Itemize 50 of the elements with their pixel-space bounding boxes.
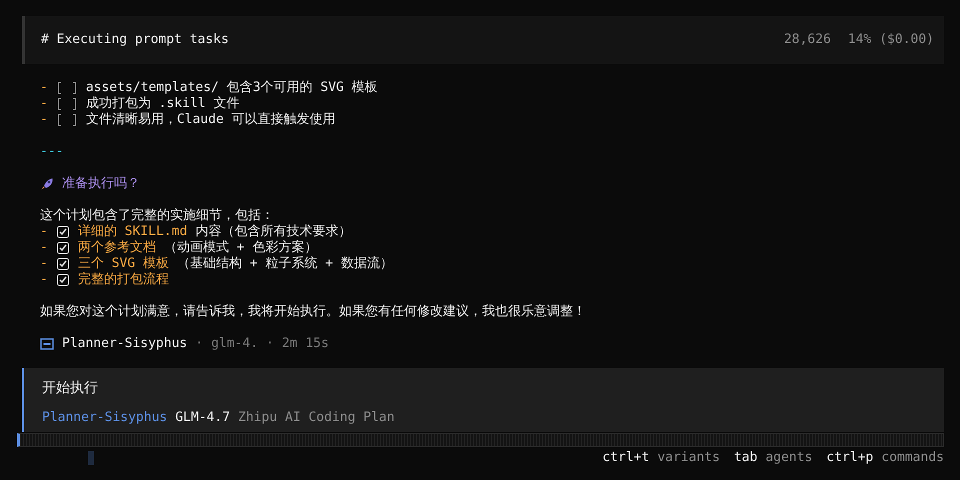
horizontal-rule: --- <box>40 144 64 160</box>
list-dash: - <box>40 224 48 240</box>
question-heading: 准备执行吗？ <box>62 176 140 192</box>
token-count: 28,626 <box>784 32 831 48</box>
shortcut-label: commands <box>881 450 944 466</box>
list-dash: - <box>40 256 48 272</box>
agent-name: Planner-Sisyphus <box>62 336 188 352</box>
checkbox[interactable] <box>56 113 78 127</box>
shortcut-key: ctrl+p <box>826 450 874 466</box>
elapsed-time: 2m 15s <box>282 336 329 352</box>
plan-item-detail: （基础结构 + 粒子系统 + 数据流） <box>176 256 393 272</box>
task-text: 文件清晰易用，Claude 可以直接触发使用 <box>86 112 336 128</box>
rocket-icon <box>40 177 54 191</box>
list-dash: - <box>40 96 48 112</box>
checkbox[interactable] <box>56 81 78 95</box>
prompt-title: # Executing prompt tasks <box>41 32 229 48</box>
list-dash: - <box>40 240 48 256</box>
shortcut-key: tab <box>734 450 758 466</box>
checkbox[interactable] <box>56 273 70 287</box>
agent-name: Planner-Sisyphus <box>42 410 168 426</box>
prompt-input[interactable]: 开始执行 Planner-Sisyphus GLM-4.7 Zhipu AI Coding Plan <box>22 368 944 432</box>
input-text: 开始执行 <box>42 380 99 396</box>
plan-item-title: 详细的 SKILL.md <box>78 224 188 240</box>
intro-text: 这个计划包含了完整的实施细节，包括： <box>40 208 274 224</box>
list-dash: - <box>40 80 48 96</box>
plan-item-detail: 内容（包含所有技术要求） <box>195 224 352 240</box>
model-name: glm-4. <box>211 336 258 352</box>
closing-text: 如果您对这个计划满意，请告诉我，我将开始执行。如果您有任何修改建议，我也很乐意调整！ <box>40 304 586 320</box>
usage-cost: 14% ($0.00) <box>848 32 934 48</box>
shortcut-label: agents <box>765 450 812 466</box>
model-name: GLM-4.7 <box>175 410 230 426</box>
plan-item-title: 完整的打包流程 <box>78 272 169 288</box>
provider-name: Zhipu AI Coding Plan <box>238 410 395 426</box>
checkbox[interactable] <box>56 241 70 255</box>
task-text: assets/templates/ 包含3个可用的 SVG 模板 <box>86 80 378 96</box>
list-dash: - <box>40 112 48 128</box>
checkbox[interactable] <box>56 225 70 239</box>
checkbox[interactable] <box>56 97 78 111</box>
text-cursor <box>88 451 94 465</box>
shortcut-label: variants <box>657 450 720 466</box>
list-dash: - <box>40 272 48 288</box>
plan-item-title: 两个参考文档 <box>78 240 156 256</box>
separator-dot: · <box>266 336 274 352</box>
plan-item-detail: （动画模式 + 色彩方案） <box>164 240 318 256</box>
shortcut-key: ctrl+t <box>602 450 650 466</box>
task-text: 成功打包为 .skill 文件 <box>86 96 240 112</box>
plan-item-title: 三个 SVG 模板 <box>78 256 169 272</box>
separator-dot: · <box>195 336 204 352</box>
checkbox[interactable] <box>56 257 70 271</box>
window-icon <box>40 338 54 350</box>
